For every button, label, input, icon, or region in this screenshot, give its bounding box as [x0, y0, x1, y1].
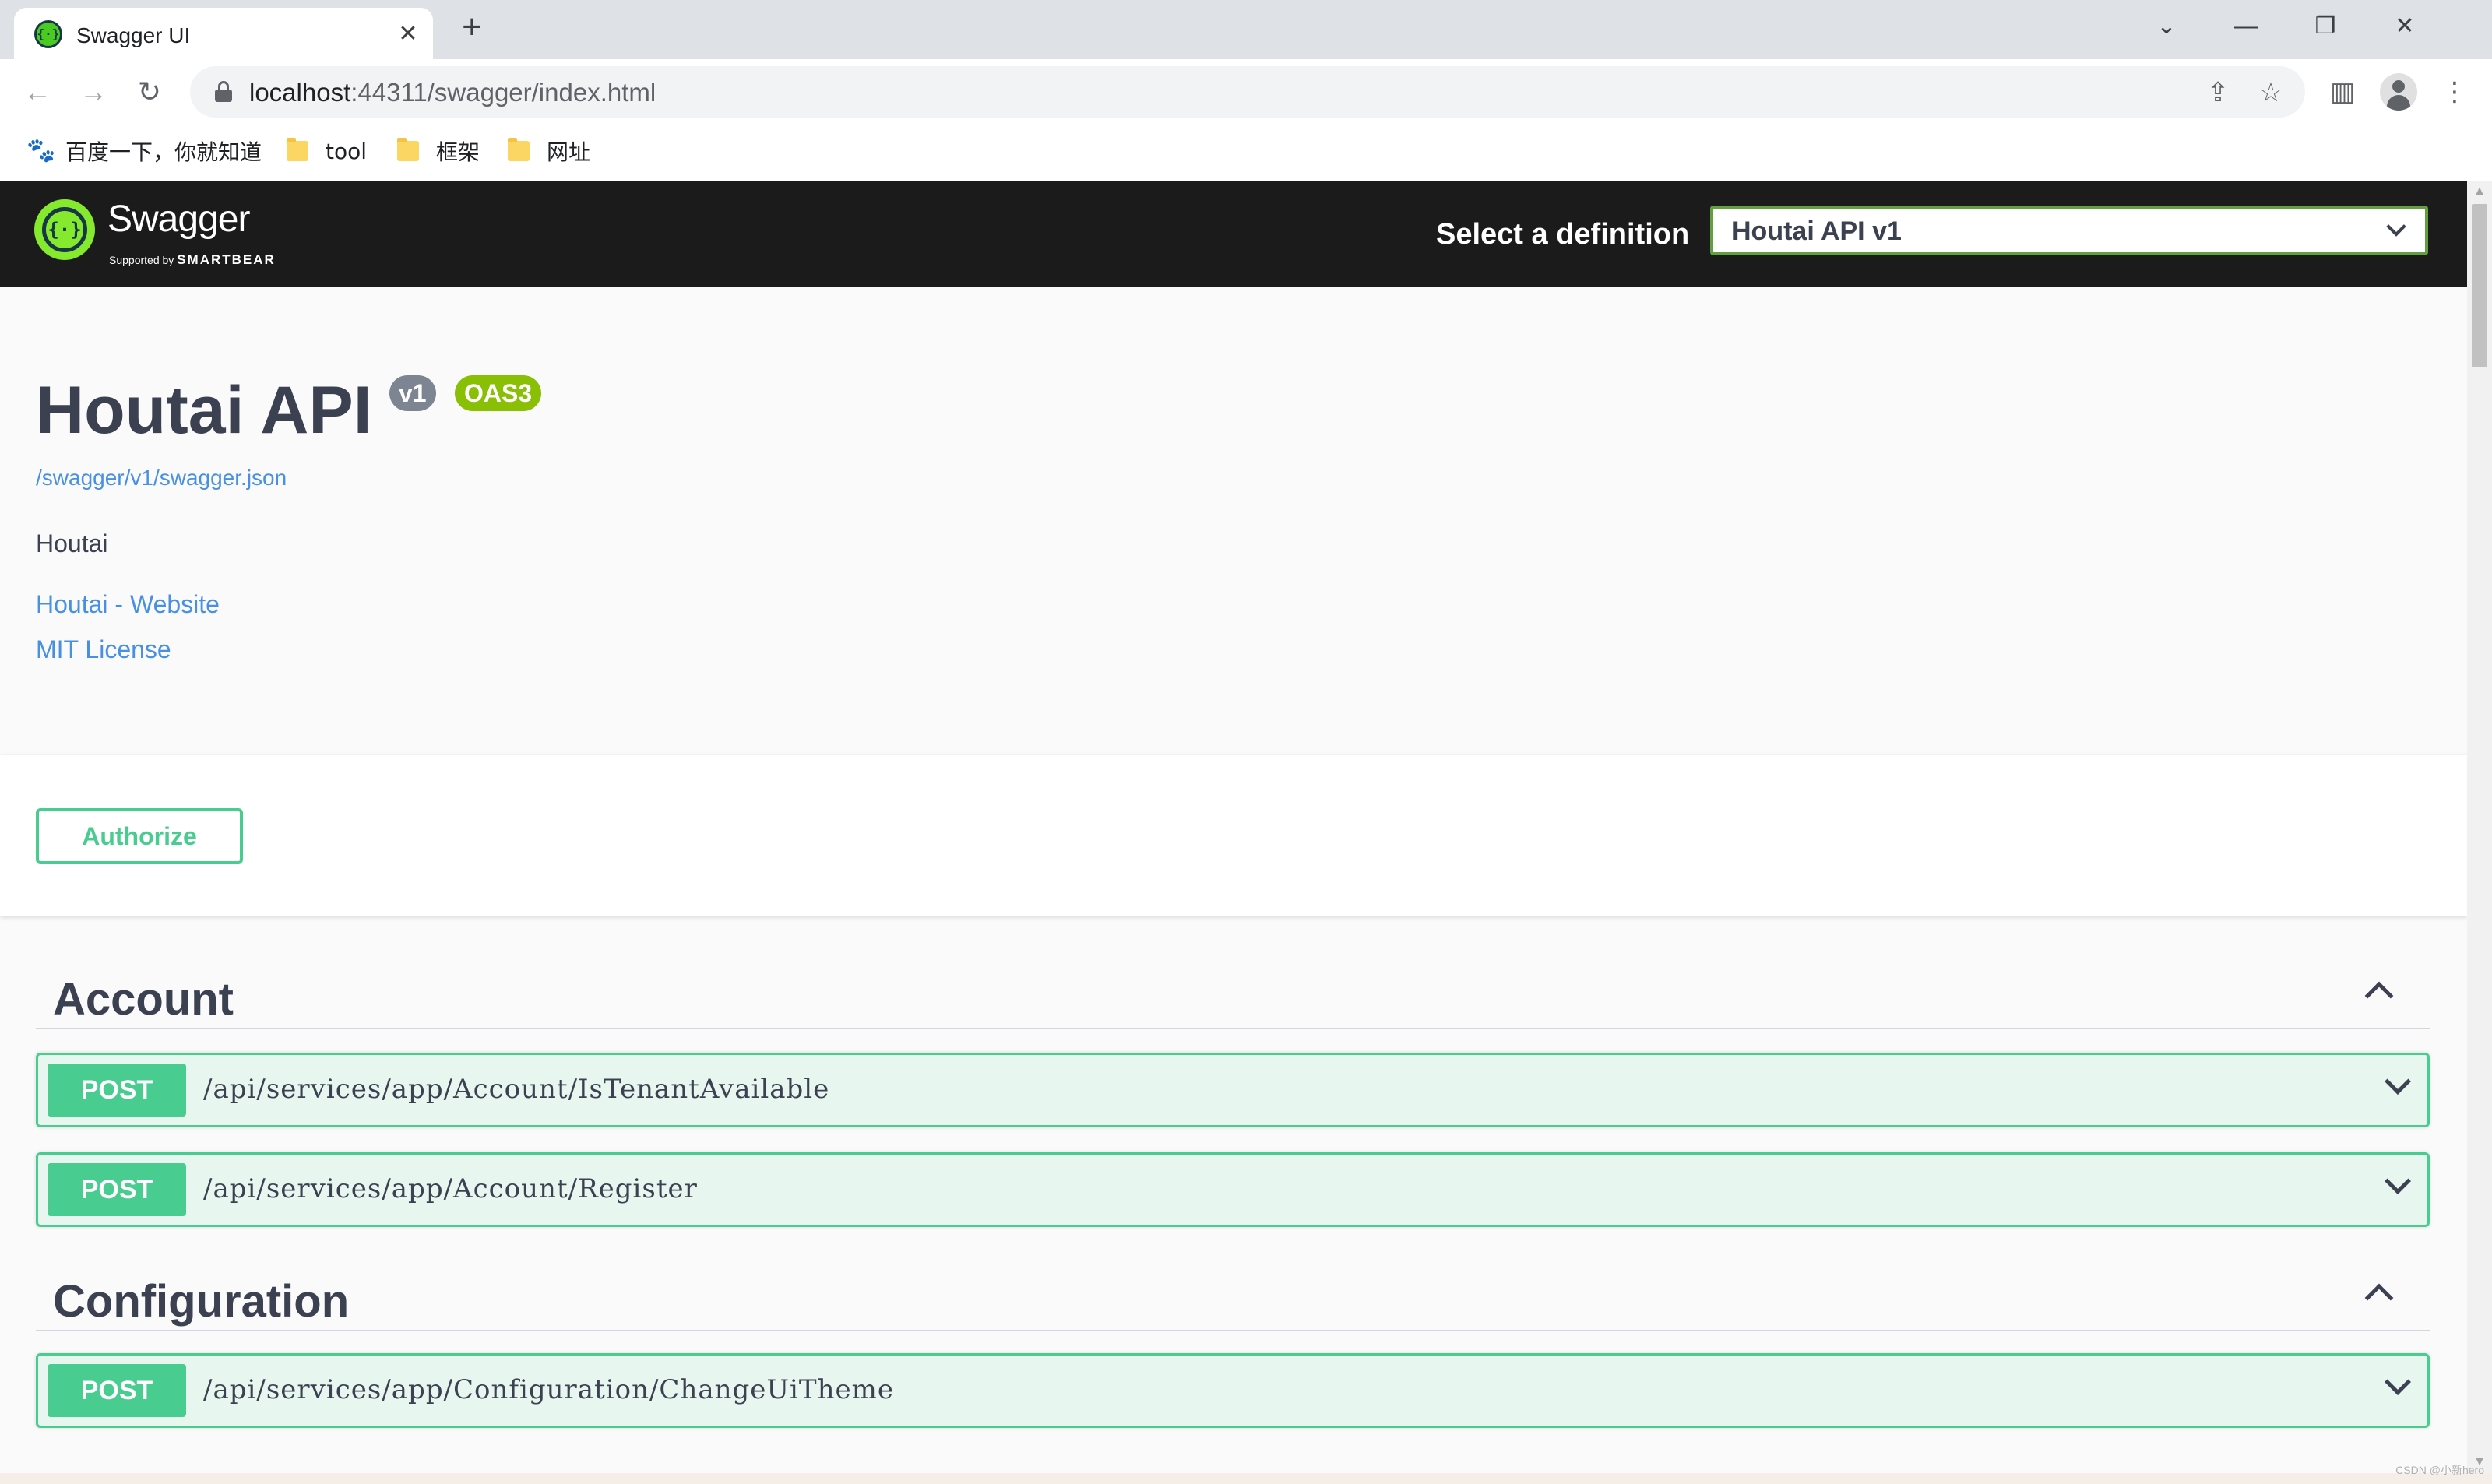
tag-name: Configuration [53, 1276, 350, 1327]
bookmark-framework[interactable]: 框架 [397, 134, 480, 168]
oas-badge: OAS3 [455, 375, 542, 411]
version-badge: v1 [389, 375, 436, 411]
spec-url-link[interactable]: /swagger/v1/swagger.json [36, 466, 287, 491]
authorize-button[interactable]: Authorize [36, 808, 243, 864]
bookmark-tool[interactable]: tool [287, 134, 367, 168]
chevron-down-icon [2386, 216, 2406, 237]
tab-search-icon[interactable]: ⌄ [2145, 9, 2188, 44]
scrollbar-thumb[interactable] [2472, 204, 2487, 367]
chevron-down-icon[interactable] [2385, 1068, 2411, 1095]
side-panel-icon[interactable]: ▥ [2322, 72, 2363, 112]
new-tab-icon[interactable]: + [455, 10, 489, 45]
scheme-container: Authorize [0, 755, 2467, 916]
swagger-topbar: {·} Swagger Supported by SMARTBEAR Selec… [0, 181, 2467, 287]
chevron-up-icon[interactable] [2364, 1283, 2394, 1313]
swagger-favicon-icon: {·} [34, 20, 62, 48]
tag-configuration-header[interactable]: Configuration [36, 1261, 2430, 1331]
license-link[interactable]: MIT License [36, 635, 171, 664]
close-tab-icon[interactable]: ✕ [392, 19, 424, 50]
swagger-logo-text: Swagger [107, 199, 250, 240]
method-badge: POST [48, 1064, 186, 1117]
method-badge: POST [48, 1364, 186, 1417]
definition-selected-value: Houtai API v1 [1732, 216, 1902, 246]
tab-title: Swagger UI [76, 23, 191, 47]
operation-post-istenantavailable[interactable]: POST /api/services/app/Account/IsTenantA… [36, 1053, 2430, 1127]
chevron-down-icon[interactable] [2385, 1369, 2411, 1395]
back-icon[interactable]: ← [17, 72, 58, 112]
page-scrollbar[interactable]: ▲ ▼ [2467, 181, 2492, 1473]
website-link[interactable]: Houtai - Website [36, 590, 220, 619]
api-description: Houtai [36, 529, 108, 557]
url-text[interactable]: localhost:44311/swagger/index.html [249, 78, 656, 107]
minimize-icon[interactable]: — [2224, 9, 2268, 44]
browser-tab-strip: {·} Swagger UI ✕ + ⌄ — ❐ ✕ [0, 0, 2492, 59]
definition-select[interactable]: Houtai API v1 [1710, 206, 2428, 255]
restore-icon[interactable]: ❐ [2304, 9, 2347, 44]
tag-account-header[interactable]: Account [36, 959, 2430, 1029]
tag-name: Account [53, 974, 234, 1025]
reload-icon[interactable]: ↻ [129, 72, 170, 112]
lock-icon[interactable] [215, 81, 232, 103]
operation-post-changeuitheme[interactable]: POST /api/services/app/Configuration/Cha… [36, 1353, 2430, 1428]
operation-post-register[interactable]: POST /api/services/app/Account/Register [36, 1152, 2430, 1227]
forward-icon[interactable]: → [73, 72, 114, 112]
watermark: CSDN @小新hero [2395, 1464, 2484, 1476]
smartbear-tagline: Supported by SMARTBEAR [109, 252, 276, 267]
menu-kebab-icon[interactable]: ⋮ [2434, 72, 2475, 112]
close-window-icon[interactable]: ✕ [2383, 9, 2427, 44]
folder-icon [397, 138, 419, 161]
operation-path: /api/services/app/Configuration/ChangeUi… [203, 1374, 894, 1405]
bookmark-baidu[interactable]: 🐾 百度一下，你就知道 [26, 134, 262, 168]
address-bar[interactable]: localhost:44311/swagger/index.html ⇪ ☆ [190, 66, 2305, 118]
share-icon[interactable]: ⇪ [2201, 76, 2235, 110]
folder-icon [508, 138, 530, 161]
scroll-up-arrow-icon[interactable]: ▲ [2472, 184, 2487, 199]
profile-avatar-icon[interactable] [2380, 73, 2417, 111]
operation-path: /api/services/app/Account/IsTenantAvaila… [203, 1074, 830, 1105]
api-title: Houtai API [36, 373, 372, 448]
swagger-logo-icon[interactable]: {·} [34, 199, 95, 260]
operation-path: /api/services/app/Account/Register [203, 1173, 698, 1204]
bottom-strip [0, 1473, 2492, 1484]
folder-icon [287, 138, 308, 161]
chevron-up-icon[interactable] [2364, 981, 2394, 1011]
baidu-paw-icon: 🐾 [26, 137, 56, 164]
page-viewport: {·} Swagger Supported by SMARTBEAR Selec… [0, 181, 2467, 1473]
bookmarks-bar: 🐾 百度一下，你就知道 tool 框架 网址 [0, 125, 2492, 181]
definition-label: Select a definition [1436, 218, 1690, 251]
browser-tab[interactable]: {·} Swagger UI ✕ [14, 8, 433, 59]
bookmark-star-icon[interactable]: ☆ [2254, 76, 2288, 110]
browser-toolbar: ← → ↻ localhost:44311/swagger/index.html… [0, 59, 2492, 125]
chevron-down-icon[interactable] [2385, 1168, 2411, 1194]
method-badge: POST [48, 1163, 186, 1216]
bookmark-urls[interactable]: 网址 [508, 134, 590, 168]
